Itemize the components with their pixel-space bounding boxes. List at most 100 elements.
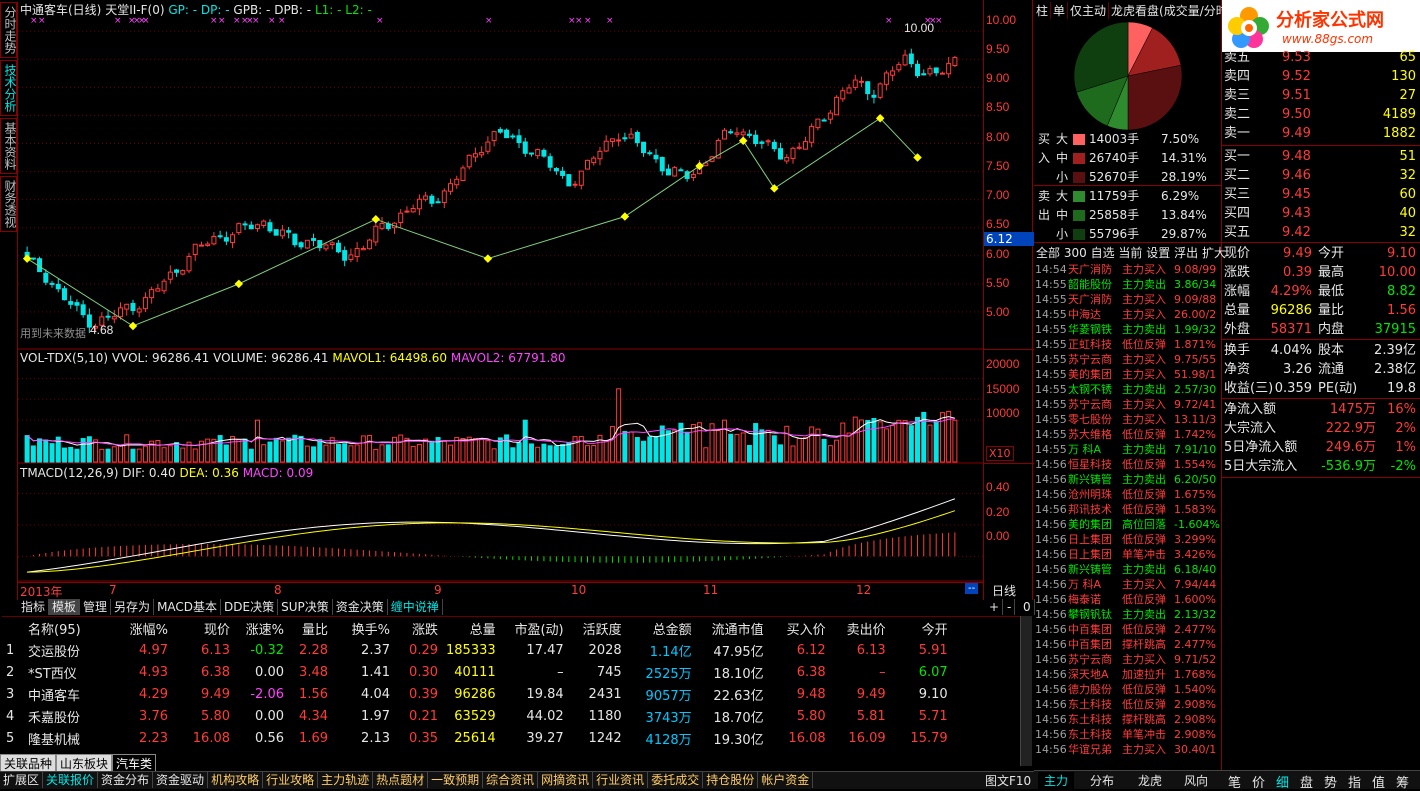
column-header[interactable]: 卖出价 <box>830 617 890 639</box>
ask-row[interactable]: 卖三 9.51 27 <box>1222 86 1420 105</box>
bottom-tab[interactable]: 机构攻略 <box>208 772 264 788</box>
column-header[interactable]: 买入价 <box>768 617 830 639</box>
tick-row[interactable]: 14:55 美的集团 主力买入 51.98/1 <box>1034 367 1222 382</box>
tab-sup[interactable]: SUP决策 <box>278 599 333 615</box>
tick-row[interactable]: 14:56 美的集团 高位回落 -1.604% <box>1034 517 1222 532</box>
table-row[interactable]: 1 交运股份 4.97 6.13 -0.32 2.28 2.37 0.29 185333 17.4… <box>2 639 952 661</box>
column-header[interactable]: 今开 <box>890 617 952 639</box>
side-tab-timeshare[interactable]: 分时走势 <box>0 2 17 58</box>
tick-row[interactable]: 14:55 万 科A 主力卖出 7.91/10 <box>1034 442 1222 457</box>
tick-row[interactable]: 14:55 中海达 主力买入 26.00/2 <box>1034 307 1222 322</box>
column-header[interactable]: 名称(95) <box>24 617 116 639</box>
tick-row[interactable]: 14:56 邦讯技术 低位反弹 1.583% <box>1034 502 1222 517</box>
bottom-tab[interactable]: 行业攻略 <box>263 772 319 788</box>
column-header[interactable]: 换手% <box>332 617 394 639</box>
side-tab-basic-info[interactable]: 基本资料 <box>0 118 17 174</box>
ask-row[interactable]: 卖五 9.53 65 <box>1222 48 1420 67</box>
tab-chan[interactable]: 缠中说禅 <box>388 599 443 615</box>
bottom-tab[interactable]: 热点题材 <box>373 772 429 788</box>
column-header[interactable]: 流通市值 <box>696 617 768 639</box>
side-tab-technical[interactable]: 技术分析 <box>0 60 17 116</box>
filter-settings[interactable]: 设置 <box>1146 246 1170 260</box>
column-header[interactable] <box>2 617 24 639</box>
column-header[interactable]: 涨速% <box>234 617 288 639</box>
tick-row[interactable]: 14:56 苏宁云商 主力买入 9.71/52 <box>1034 652 1222 667</box>
tab-dragon-tiger[interactable]: 龙虎看盘(成交量/分时) <box>1109 2 1222 19</box>
tab-distribution[interactable]: 分布 <box>1090 772 1114 789</box>
tab-indicator[interactable]: 指标 <box>18 599 50 615</box>
tick-row[interactable]: 14:56 恒星科技 低位反弹 1.554% <box>1034 457 1222 472</box>
table-scrollbar[interactable] <box>1020 616 1032 766</box>
zoom-reset-button[interactable]: 0 <box>1020 599 1035 615</box>
tick-row[interactable]: 14:56 梅泰诺 低位反弹 1.600% <box>1034 592 1222 607</box>
table-row[interactable]: 2 *ST西仪 4.93 6.38 0.00 3.48 1.41 0.30 40111 – 745 2… <box>2 661 952 683</box>
tick-row[interactable]: 14:55 正虹科技 低位反弹 1.871% <box>1034 337 1222 352</box>
scroll-end-button[interactable]: -- <box>965 583 979 594</box>
column-header[interactable]: 总量 <box>442 617 500 639</box>
tick-row[interactable]: 14:55 华菱钢铁 主力卖出 1.99/32 <box>1034 322 1222 337</box>
filter-watchlist[interactable]: 自选 <box>1091 246 1115 260</box>
zoom-out-button[interactable]: - <box>1004 599 1016 615</box>
tick-row[interactable]: 14:56 日上集团 低位反弹 3.299% <box>1034 532 1222 547</box>
column-header[interactable]: 涨跌 <box>394 617 442 639</box>
column-header[interactable]: 涨幅% <box>116 617 172 639</box>
tab-fund-decision[interactable]: 资金决策 <box>333 599 388 615</box>
tick-row[interactable]: 14:56 东土科技 撑杆跳高 2.908% <box>1034 712 1222 727</box>
column-header[interactable]: 市盈(动) <box>500 617 568 639</box>
column-header[interactable]: 量比 <box>288 617 332 639</box>
bottom-tab[interactable]: 行业资讯 <box>593 772 649 788</box>
tab-macd-basic[interactable]: MACD基本 <box>154 599 222 615</box>
tab-dragon[interactable]: 龙虎 <box>1138 772 1162 789</box>
bottom-tab[interactable]: 资金驱动 <box>153 772 209 788</box>
tick-row[interactable]: 14:56 东土科技 低位反弹 2.908% <box>1034 697 1222 712</box>
bid-row[interactable]: 买一 9.48 51 <box>1222 147 1420 166</box>
bottom-tab[interactable]: 综合资讯 <box>483 772 539 788</box>
tab-wind[interactable]: 风向 <box>1184 772 1208 789</box>
tick-row[interactable]: 14:56 新兴铸管 主力卖出 6.18/40 <box>1034 562 1222 577</box>
detail-tab[interactable]: 价 <box>1252 772 1265 791</box>
tick-row[interactable]: 14:56 中百集团 撑杆跳高 2.477% <box>1034 637 1222 652</box>
tab-save-as[interactable]: 另存为 <box>111 599 155 615</box>
tick-row[interactable]: 14:55 苏宁云商 主力买入 9.75/55 <box>1034 352 1222 367</box>
tick-row[interactable]: 14:56 东土科技 单笔冲击 2.908% <box>1034 727 1222 742</box>
bottom-tab[interactable]: 关联报价 <box>43 772 99 788</box>
tick-row[interactable]: 14:55 天广消防 主力买入 9.09/88 <box>1034 292 1222 307</box>
tick-row[interactable]: 14:56 日上集团 单笔冲击 3.426% <box>1034 547 1222 562</box>
detail-tab[interactable]: 笔 <box>1228 772 1241 791</box>
bottom-tab[interactable]: 扩展区 <box>0 772 44 788</box>
detail-tab[interactable]: 筹 <box>1396 772 1409 791</box>
bid-row[interactable]: 买四 9.43 40 <box>1222 204 1420 223</box>
tick-row[interactable]: 14:56 华谊兄弟 主力买入 30.40/1 <box>1034 742 1222 757</box>
tab-dde[interactable]: DDE决策 <box>221 599 279 615</box>
f10-button[interactable]: 图文F10 <box>985 772 1031 789</box>
tick-row[interactable]: 14:56 德力股份 低位反弹 1.540% <box>1034 682 1222 697</box>
tab-bar-chart[interactable]: 柱 <box>1034 2 1052 19</box>
filter-all[interactable]: 全部 <box>1036 246 1060 260</box>
tab-main-force[interactable]: 主力 <box>1038 772 1075 789</box>
tab-active-only[interactable]: 仅主动 <box>1068 2 1110 19</box>
detail-tab[interactable]: 势 <box>1324 772 1337 791</box>
tick-row[interactable]: 14:56 攀钢钒钛 主力卖出 2.13/32 <box>1034 607 1222 622</box>
filter-current[interactable]: 当前 <box>1118 246 1142 260</box>
filter-float[interactable]: 浮出 <box>1174 246 1198 260</box>
tick-row[interactable]: 14:55 零七股份 主力买入 13.11/3 <box>1034 412 1222 427</box>
column-header[interactable]: 总金额 <box>626 617 696 639</box>
bottom-tab[interactable]: 委托成交 <box>648 772 704 788</box>
table-row[interactable]: 5 隆基机械 2.23 16.08 0.56 1.69 2.13 0.35 25614 39.27… <box>2 727 952 749</box>
filter-300[interactable]: 300 <box>1064 246 1087 260</box>
tick-row[interactable]: 14:56 万 科A 主力买入 7.94/44 <box>1034 577 1222 592</box>
tab-single[interactable]: 单 <box>1051 2 1069 19</box>
bottom-tab[interactable]: 帐户资金 <box>758 772 814 788</box>
bid-row[interactable]: 买五 9.42 32 <box>1222 223 1420 242</box>
table-row[interactable]: 3 中通客车 4.29 9.49 -2.06 1.56 4.04 0.39 96286 19.84… <box>2 683 952 705</box>
bid-row[interactable]: 买二 9.46 32 <box>1222 166 1420 185</box>
kline-chart[interactable]: × × × ×××× × × × ××× × × × × × × × × × ×××10.004.68 <box>18 0 983 600</box>
zoom-in-button[interactable]: + <box>986 599 1004 615</box>
bottom-tab[interactable]: 主力轨迹 <box>318 772 374 788</box>
tick-row[interactable]: 14:55 韶能股份 主力卖出 3.86/34 <box>1034 277 1222 292</box>
ask-row[interactable]: 卖二 9.50 4189 <box>1222 105 1420 124</box>
bottom-tab[interactable]: 网摘资讯 <box>538 772 594 788</box>
side-tab-finance[interactable]: 财务透视 <box>0 176 17 232</box>
tick-row[interactable]: 14:56 深天地A 加速拉升 1.768% <box>1034 667 1222 682</box>
ask-row[interactable]: 卖四 9.52 130 <box>1222 67 1420 86</box>
